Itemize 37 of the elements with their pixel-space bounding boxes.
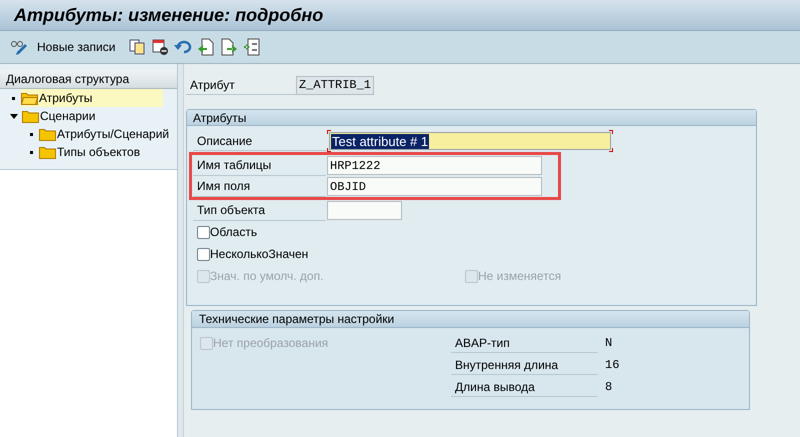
group-title: Технические параметры настройки [192, 311, 749, 328]
folder-icon [39, 128, 56, 140]
sidebar-header: Диалоговая структура [0, 70, 177, 89]
field-label: ABAP-тип [451, 333, 598, 353]
field-label: Имя поля [193, 176, 326, 196]
next-page-icon[interactable] [220, 38, 238, 56]
field-label: Длина вывода [451, 377, 598, 397]
property-value: 16 [605, 357, 620, 374]
glasses-pencil-icon[interactable] [10, 38, 28, 56]
field-label: Тип объекта [193, 200, 326, 220]
window-title: Атрибуты: изменение: подробно [14, 4, 324, 27]
undo-icon[interactable] [174, 38, 192, 56]
property-value: 8 [605, 379, 612, 396]
checkbox[interactable]: Область [197, 223, 258, 241]
field-label: Описание [193, 131, 326, 151]
input-field[interactable]: OBJID [327, 177, 542, 196]
copy-icon[interactable] [128, 38, 146, 56]
import-icon[interactable] [243, 38, 262, 56]
description-field[interactable]: Test attribute # 1 [329, 132, 611, 150]
folder-icon [39, 146, 56, 158]
tree-item[interactable]: Типы объектов [39, 143, 144, 161]
open-folder-icon [21, 92, 38, 104]
input-field[interactable] [327, 201, 402, 220]
tree-item[interactable]: Атрибуты [21, 89, 163, 107]
property-value: N [605, 335, 612, 352]
attribute-value: Z_ATTRIB_1 [296, 76, 374, 94]
field-label: Имя таблицы [193, 156, 326, 176]
delete-row-icon[interactable] [151, 38, 170, 56]
tree-item[interactable]: Атрибуты/Сценарий [39, 125, 174, 143]
group-title: Атрибуты [187, 110, 756, 126]
field-label: Внутренняя длина [451, 355, 598, 375]
tree-item[interactable]: Сценарии [22, 107, 100, 125]
new-entries-button[interactable]: Новые записи [33, 38, 120, 56]
checkbox[interactable]: НесколькоЗначен [197, 245, 308, 263]
previous-page-icon[interactable] [197, 38, 216, 56]
folder-icon [22, 110, 39, 122]
input-field[interactable]: HRP1222 [327, 156, 542, 175]
